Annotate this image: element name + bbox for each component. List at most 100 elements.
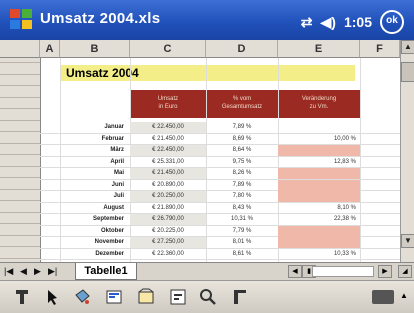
percent-cell[interactable]: 9,75 %: [206, 157, 278, 168]
format-cells-icon[interactable]: [104, 287, 124, 307]
header-line: in Euro: [158, 104, 178, 110]
sheet-title-cell[interactable]: Umsatz 2004: [60, 65, 355, 81]
change-cell[interactable]: [278, 237, 360, 248]
revenue-cell[interactable]: € 22.360,00: [130, 249, 206, 260]
revenue-cell[interactable]: € 20.225,00: [130, 226, 206, 237]
month-cell[interactable]: Mai: [60, 168, 130, 179]
clock[interactable]: 1:05: [344, 14, 372, 30]
percent-cell[interactable]: 7,80 %: [206, 191, 278, 202]
last-sheet-icon[interactable]: ▶|: [48, 266, 57, 277]
revenue-cell[interactable]: € 21.890,00: [130, 203, 206, 214]
percent-cell[interactable]: 8,69 %: [206, 134, 278, 145]
vertical-scrollbar[interactable]: ▲ ▼: [400, 40, 414, 262]
header-line: Gesamtumsatz: [221, 104, 263, 110]
input-panel-arrow-icon[interactable]: ▲: [400, 291, 408, 300]
change-cell[interactable]: [278, 145, 360, 156]
header-line: zu Vm.: [309, 104, 329, 110]
header-cell-percent[interactable]: % vom Gesamtumsatz: [206, 90, 278, 118]
month-cell[interactable]: Juni: [60, 180, 130, 191]
revenue-cell[interactable]: € 20.890,00: [130, 180, 206, 191]
header-cell-change[interactable]: Veränderung zu Vm.: [278, 90, 360, 118]
row-header-divider: [0, 257, 40, 259]
revenue-cell[interactable]: € 26.790,00: [130, 214, 206, 225]
scroll-left-icon[interactable]: ◀: [288, 265, 302, 278]
percent-cell[interactable]: 7,89 %: [206, 122, 278, 133]
row-header-divider: [0, 142, 40, 144]
scroll-down-icon[interactable]: ▼: [401, 234, 414, 248]
percent-cell[interactable]: 10,31 %: [206, 214, 278, 225]
scroll-up-icon[interactable]: ▲: [401, 40, 414, 54]
month-cell[interactable]: April: [60, 157, 130, 168]
zoom-icon[interactable]: [198, 287, 218, 307]
month-cell[interactable]: Januar: [60, 122, 130, 133]
change-cell[interactable]: [278, 179, 360, 191]
percent-cell[interactable]: 8,61 %: [206, 249, 278, 260]
change-cell[interactable]: [278, 225, 360, 237]
column-header-e[interactable]: E: [278, 40, 360, 58]
change-cell[interactable]: 22,38 %: [278, 214, 360, 225]
horizontal-scroll-track[interactable]: [312, 266, 374, 277]
column-header-c[interactable]: C: [130, 40, 206, 58]
spreadsheet-grid[interactable]: A B C D E F Umsatz 2004 Umsatz in Euro %…: [0, 40, 400, 262]
resize-grip-icon[interactable]: ◢: [398, 265, 412, 278]
revenue-cell[interactable]: € 27.250,00: [130, 237, 206, 248]
revenue-cell[interactable]: € 21.450,00: [130, 168, 206, 179]
windows-start-icon[interactable]: [8, 6, 34, 32]
month-cell[interactable]: September: [60, 214, 130, 225]
percent-cell[interactable]: 7,89 %: [206, 180, 278, 191]
percent-cell[interactable]: 8,01 %: [206, 237, 278, 248]
change-cell[interactable]: 8,10 %: [278, 203, 360, 214]
keyboard-icon[interactable]: [372, 290, 394, 304]
row-header-divider: [0, 200, 40, 201]
revenue-cell[interactable]: € 22.450,00: [130, 145, 206, 156]
scroll-thumb[interactable]: [401, 62, 414, 82]
sheet-tab-bar: |◀ ◀ ▶ ▶| Tabelle1 ◀ ▮ ▶ ◢: [0, 262, 414, 281]
row-header-divider: [0, 211, 40, 213]
month-cell[interactable]: November: [60, 237, 130, 248]
select-icon[interactable]: [42, 287, 62, 307]
insert-function-icon[interactable]: [136, 287, 156, 307]
column-header-a[interactable]: A: [40, 40, 60, 58]
ok-button[interactable]: ok: [380, 10, 404, 34]
percent-cell[interactable]: 8,26 %: [206, 168, 278, 179]
percent-cell[interactable]: 8,64 %: [206, 145, 278, 156]
percent-cell[interactable]: 8,43 %: [206, 203, 278, 214]
row-header-divider: [0, 73, 40, 75]
change-cell[interactable]: [278, 191, 360, 202]
month-cell[interactable]: Oktober: [60, 226, 130, 237]
prev-sheet-icon[interactable]: ◀: [20, 266, 27, 277]
first-sheet-icon[interactable]: |◀: [4, 266, 13, 277]
change-cell[interactable]: 10,33 %: [278, 249, 360, 260]
fill-icon[interactable]: [72, 287, 92, 307]
connectivity-icon[interactable]: ⇄: [301, 14, 313, 31]
header-cell-umsatz[interactable]: Umsatz in Euro: [130, 90, 206, 118]
change-cell[interactable]: 12,83 %: [278, 157, 360, 168]
command-toolbar: ▲: [0, 280, 414, 313]
sheet-tab-tabelle1[interactable]: Tabelle1: [75, 263, 137, 280]
change-cell[interactable]: [278, 122, 360, 133]
month-cell[interactable]: Februar: [60, 134, 130, 145]
row-headers[interactable]: [0, 58, 41, 262]
revenue-cell[interactable]: € 22.450,00: [130, 122, 206, 133]
volume-icon[interactable]: ◀): [321, 14, 336, 31]
select-all-corner[interactable]: [0, 40, 40, 58]
percent-cell[interactable]: 7,79 %: [206, 226, 278, 237]
column-header-f[interactable]: F: [360, 40, 400, 58]
month-cell[interactable]: Juli: [60, 191, 130, 202]
column-header-d[interactable]: D: [206, 40, 278, 58]
month-cell[interactable]: Dezember: [60, 249, 130, 260]
format-icon[interactable]: [12, 287, 32, 307]
month-cell[interactable]: August: [60, 203, 130, 214]
revenue-cell[interactable]: € 21.450,00: [130, 134, 206, 145]
freeze-panes-icon[interactable]: [230, 287, 250, 307]
next-sheet-icon[interactable]: ▶: [34, 266, 41, 277]
column-header-b[interactable]: B: [60, 40, 130, 58]
revenue-cell[interactable]: € 25.331,00: [130, 157, 206, 168]
scroll-right-icon[interactable]: ▶: [378, 265, 392, 278]
month-cell[interactable]: März: [60, 145, 130, 156]
row-header-divider: [0, 62, 40, 63]
revenue-cell[interactable]: € 20.250,00: [130, 191, 206, 202]
change-cell[interactable]: [278, 168, 360, 179]
change-cell[interactable]: 10,00 %: [278, 134, 360, 145]
autosum-icon[interactable]: [168, 287, 188, 307]
